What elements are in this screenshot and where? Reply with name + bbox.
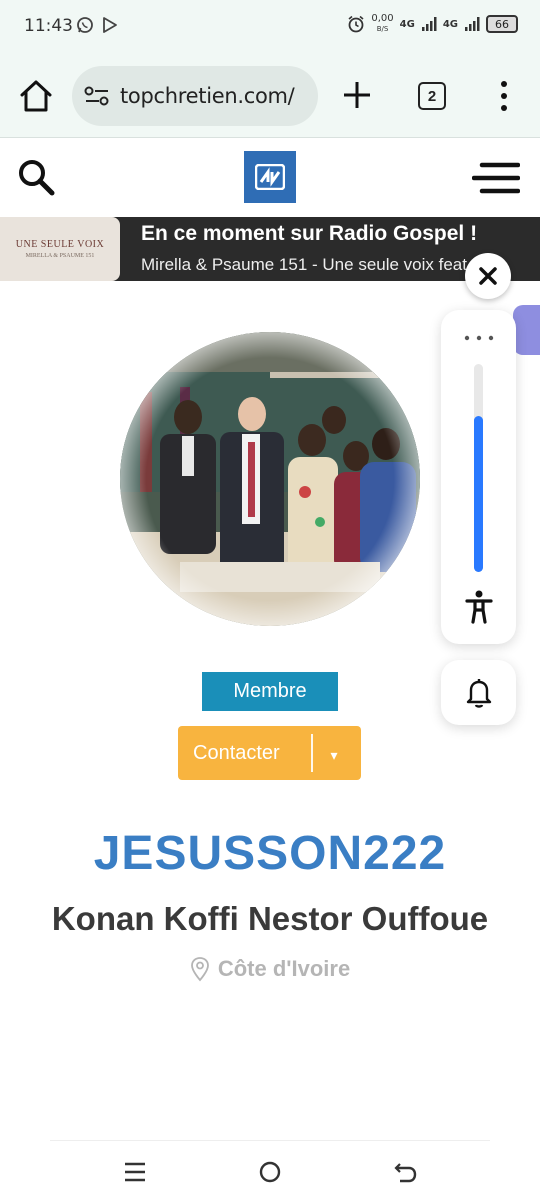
avatar-photo [120,332,420,626]
close-icon [479,267,497,285]
address-bar[interactable]: topchretien.com/ [72,66,318,126]
back-icon[interactable] [394,1160,418,1184]
status-bar: 11:43 0,00 B/S 4G 4G 66 [0,0,540,56]
role-badge: Membre [202,672,338,711]
site-logo[interactable] [244,151,296,203]
site-settings-icon[interactable] [84,85,110,107]
net-speed: 0,00 B/S [371,14,393,34]
status-time: 11:43 [24,16,73,36]
signal-bars-icon [465,17,480,31]
hamburger-icon[interactable] [472,161,520,195]
nav-divider [50,1140,490,1141]
thumb-title: UNE SEULE VOIX [15,239,105,250]
profile-username: JESUSSON222 [93,827,447,880]
search-icon[interactable] [16,157,56,197]
signal-bars-icon [421,17,437,31]
radio-title: En ce moment sur Radio Gospel ! [141,222,478,245]
slider-fill [474,416,483,572]
tab-switcher-button[interactable]: 2 [418,82,446,110]
close-banner-button[interactable] [465,253,511,299]
battery-indicator: 66 [486,15,518,33]
home-icon[interactable] [18,78,54,114]
contact-dropdown-caret[interactable]: ▾ [313,743,338,764]
site-header [0,139,540,217]
plus-icon[interactable] [340,78,374,112]
thumb-subtitle: MIRELLA & PSAUME 151 [25,253,95,259]
side-drawer-tab[interactable] [513,305,540,355]
signal-label-1: 4G [399,18,415,30]
location-text: Côte d'Ivoire [217,956,351,981]
contact-button-label[interactable]: Contacter [178,742,311,765]
logo-mark-icon [255,164,285,190]
net-speed-value: 0,00 [371,13,394,24]
signal-label-2: 4G [442,18,458,30]
play-store-icon [103,17,117,33]
contact-button[interactable]: Contacter ▾ [178,726,361,780]
profile-avatar [120,332,420,626]
recents-icon[interactable] [124,1162,146,1182]
notifications-button[interactable] [441,660,516,725]
contact-divider [311,734,313,772]
profile-location: Côte d'Ivoire [0,956,540,982]
url-text[interactable]: topchretien.com/ [120,84,295,108]
home-circle-icon[interactable] [258,1160,282,1184]
profile-full-name: Konan Koffi Nestor Ouffoue [51,900,489,937]
alarm-icon [348,15,364,33]
bell-icon [466,678,491,708]
system-navigation-bar [0,1140,540,1200]
whatsapp-icon [77,17,93,33]
radio-now-playing-banner[interactable]: UNE SEULE VOIX MIRELLA & PSAUME 151 En c… [0,217,540,281]
album-thumbnail: UNE SEULE VOIX MIRELLA & PSAUME 151 [0,217,120,281]
net-speed-unit: B/S [376,25,389,33]
location-pin-icon [190,957,209,982]
more-vert-icon[interactable] [494,78,514,114]
accessibility-icon[interactable] [465,590,493,624]
browser-toolbar: topchretien.com/ 2 [0,56,540,138]
accessibility-panel [441,310,516,644]
more-horiz-icon[interactable] [463,334,495,342]
text-size-slider[interactable] [474,364,483,572]
